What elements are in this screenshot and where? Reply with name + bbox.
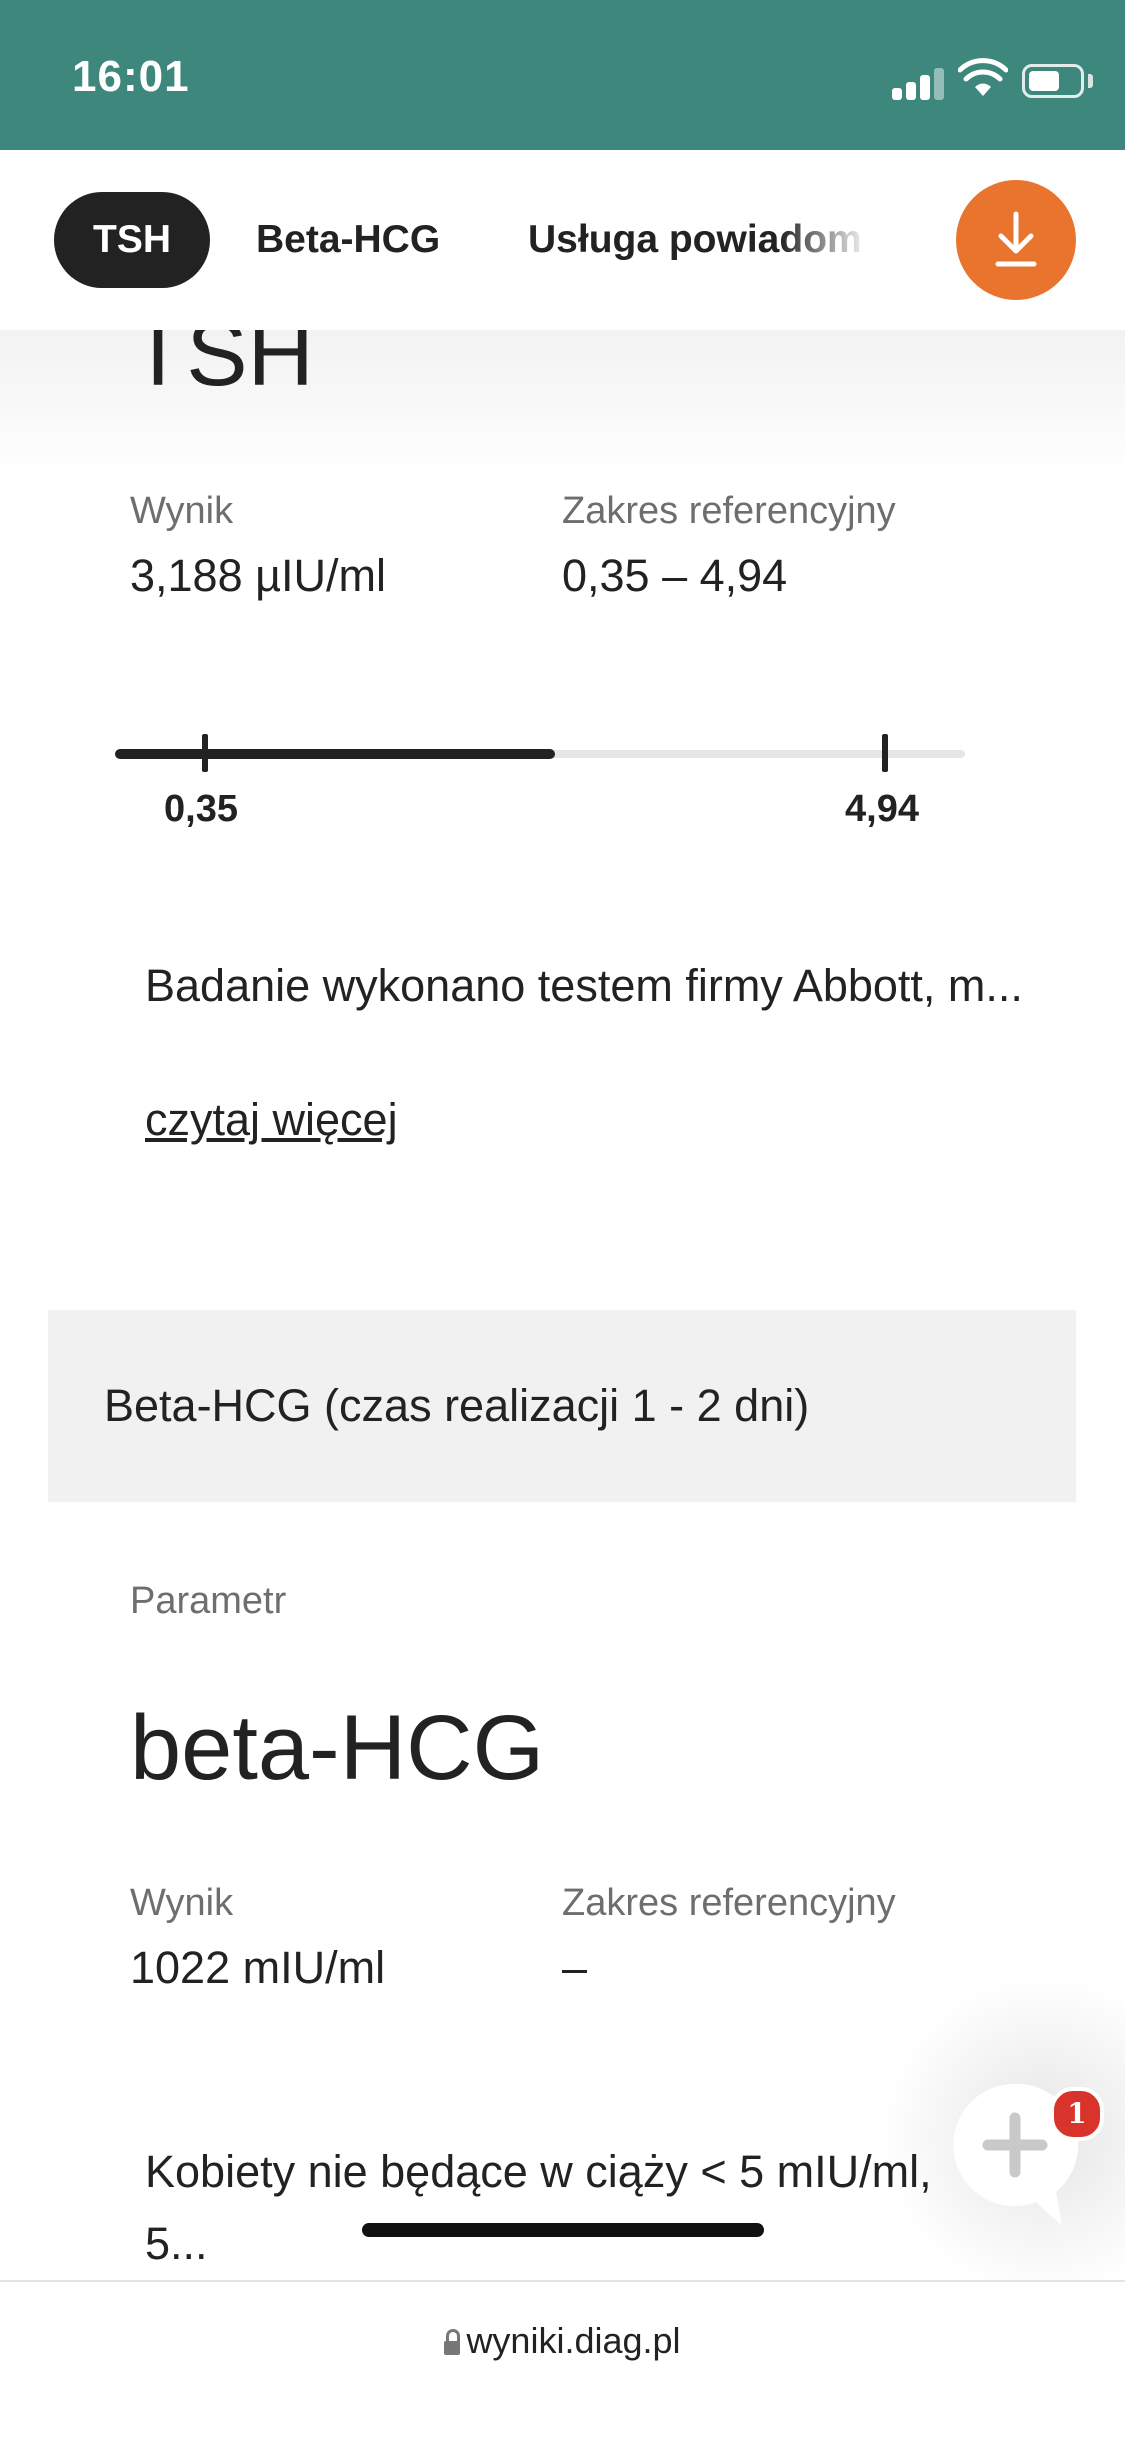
tab-overflow-fade xyxy=(780,180,870,300)
battery-tip xyxy=(1088,74,1093,88)
beta-hcg-title: beta-HCG xyxy=(130,1697,545,1799)
parameter-label: Parametr xyxy=(130,1580,287,1622)
tab-tsh[interactable]: TSH xyxy=(54,192,210,288)
tab-bar: TSH Beta-HCG Usługa powiadom xyxy=(0,150,1125,330)
tsh-result-label: Wynik xyxy=(130,490,234,532)
read-more-link[interactable]: czytaj więcej xyxy=(145,1094,398,1146)
section-title: Beta-HCG (czas realizacji 1 - 2 dni) xyxy=(104,1380,810,1431)
download-icon xyxy=(995,211,1037,267)
range-min-label: 0,35 xyxy=(164,788,238,830)
range-max-tick xyxy=(882,734,888,772)
download-button[interactable] xyxy=(956,180,1076,300)
status-time: 16:01 xyxy=(72,52,190,101)
lock-icon xyxy=(444,2329,461,2355)
beta-reference-label: Zakres referencyjny xyxy=(562,1882,896,1924)
section-header-beta-hcg[interactable]: Beta-HCG (czas realizacji 1 - 2 dni) xyxy=(48,1310,1076,1502)
home-indicator[interactable] xyxy=(362,2223,764,2237)
beta-result-value: 1022 mIU/ml xyxy=(130,1942,386,1993)
range-max-label: 4,94 xyxy=(845,788,919,830)
cellular-signal-icon xyxy=(892,66,944,100)
url-text: wyniki.diag.pl xyxy=(466,2320,681,2361)
wifi-icon xyxy=(958,58,1008,96)
range-min-tick xyxy=(202,734,208,772)
tsh-reference-value: 0,35 – 4,94 xyxy=(562,550,788,601)
status-bar: 16:01 xyxy=(0,0,1125,150)
tsh-title: TSH xyxy=(130,330,314,405)
battery-icon xyxy=(1022,64,1084,98)
tab-beta-hcg[interactable]: Beta-HCG xyxy=(256,192,440,288)
beta-result-label: Wynik xyxy=(130,1882,234,1924)
browser-url-bar[interactable]: wyniki.diag.pl xyxy=(0,2280,1125,2438)
tsh-result-value: 3,188 µIU/ml xyxy=(130,550,387,601)
range-fill xyxy=(115,749,555,759)
beta-reference-value: – xyxy=(562,1942,588,1993)
tsh-reference-label: Zakres referencyjny xyxy=(562,490,896,532)
notification-badge: 1 xyxy=(1050,2087,1104,2141)
tsh-description: Badanie wykonano testem firmy Abbott, m.… xyxy=(145,960,1023,1011)
